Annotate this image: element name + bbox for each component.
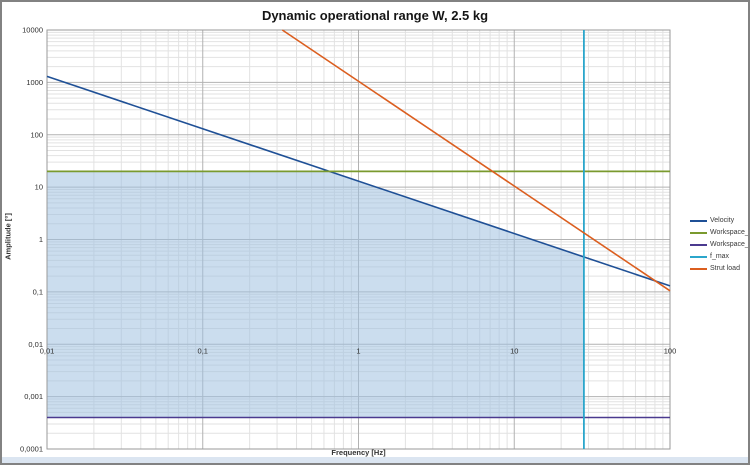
legend-item-velocity: Velocity <box>690 217 748 224</box>
bottom-accent-strip <box>2 457 748 463</box>
svg-text:0,001: 0,001 <box>24 392 43 401</box>
workspace-min-line-swatch <box>690 243 707 246</box>
legend-label: Strut load <box>710 265 740 272</box>
legend-item-workspace-min: Workspace_min <box>690 241 749 248</box>
f-max-line-swatch <box>690 255 707 258</box>
svg-text:10000: 10000 <box>22 26 43 35</box>
svg-text:100: 100 <box>664 346 677 355</box>
legend-item-strut-load: Strut load <box>690 265 748 272</box>
chart-window: Dynamic operational range W, 2.5 kg 1000… <box>0 0 750 465</box>
legend-item-f-max: f_max <box>690 253 748 260</box>
svg-text:10: 10 <box>35 183 43 192</box>
plot-canvas: 1000010001001010,10,010,0010,00010,01 0,1… <box>20 26 677 454</box>
x-axis-title: Frequency [Hz] <box>331 448 386 457</box>
legend-item-workspace-max: Workspace_max <box>690 229 749 236</box>
legend: Velocity Workspace_max Workspace_min f_m… <box>690 217 749 272</box>
svg-text:1: 1 <box>356 346 360 355</box>
svg-text:100: 100 <box>30 130 43 139</box>
svg-text:1000: 1000 <box>26 78 43 87</box>
strut-load-line-swatch <box>690 267 707 270</box>
svg-text:0,01: 0,01 <box>40 346 55 355</box>
svg-text:10: 10 <box>510 346 518 355</box>
workspace-max-line-swatch <box>690 231 707 234</box>
svg-text:0,0001: 0,0001 <box>20 445 43 454</box>
legend-label: f_max <box>710 253 730 260</box>
svg-text:0,1: 0,1 <box>198 346 208 355</box>
legend-label: Velocity <box>710 217 735 224</box>
legend-label: Workspace_min <box>710 241 749 248</box>
svg-text:0,1: 0,1 <box>33 287 43 296</box>
velocity-line-swatch <box>690 219 707 222</box>
legend-label: Workspace_max <box>710 229 749 236</box>
y-axis-title: Amplitude [°] <box>3 213 13 260</box>
svg-text:1: 1 <box>39 235 43 244</box>
